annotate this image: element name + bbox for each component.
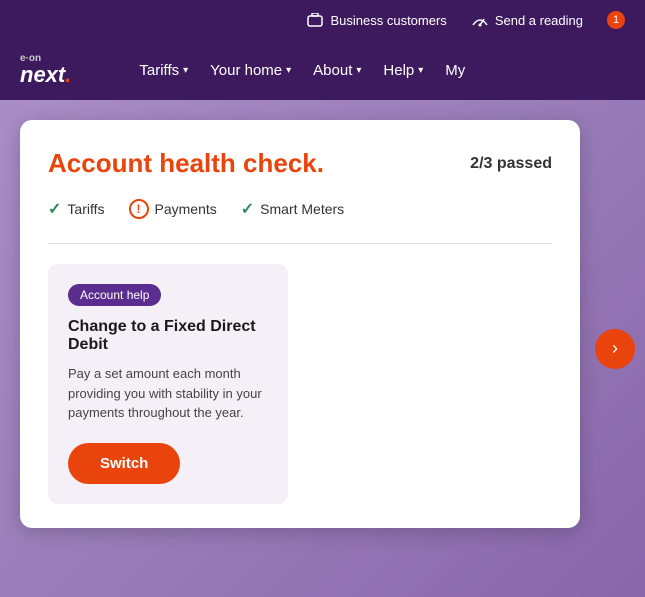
modal-header: Account health check. 2/3 passed (48, 148, 552, 179)
health-check-modal: Account health check. 2/3 passed ✓ Tarif… (20, 120, 580, 528)
tariffs-check-label: Tariffs (67, 201, 104, 217)
about-chevron-icon: ▾ (356, 65, 361, 76)
help-card-title: Change to a Fixed Direct Debit (68, 318, 268, 354)
overlay: Account health check. 2/3 passed ✓ Tarif… (0, 100, 645, 597)
help-chevron-icon: ▾ (418, 65, 423, 76)
send-reading-link[interactable]: Send a reading (471, 11, 583, 29)
briefcase-icon (306, 11, 324, 29)
check-tariffs: ✓ Tariffs (48, 199, 105, 219)
logo-dot: . (65, 62, 71, 87)
modal-next-arrow[interactable]: › (595, 329, 635, 369)
meter-icon (471, 11, 489, 29)
nav-bar: e·on next. Tariffs ▾ Your home ▾ About ▾… (0, 40, 645, 100)
modal-score: 2/3 passed (470, 155, 552, 173)
payments-warning-icon: ! (129, 199, 149, 219)
modal-title: Account health check. (48, 148, 324, 179)
send-reading-label: Send a reading (495, 13, 583, 28)
tariffs-chevron-icon: ▾ (183, 65, 188, 76)
nav-help[interactable]: Help ▾ (375, 58, 431, 83)
notification-button[interactable]: 1 (607, 11, 625, 29)
check-payments: ! Payments (129, 199, 217, 219)
switch-button[interactable]: Switch (68, 443, 180, 484)
smart-meters-check-icon: ✓ (241, 199, 254, 219)
check-items: ✓ Tariffs ! Payments ✓ Smart Meters (48, 199, 552, 219)
nav-my[interactable]: My (437, 58, 473, 83)
tariffs-check-icon: ✓ (48, 199, 61, 219)
help-card: Account help Change to a Fixed Direct De… (48, 264, 288, 504)
nav-tariffs[interactable]: Tariffs ▾ (131, 58, 196, 83)
your-home-chevron-icon: ▾ (286, 65, 291, 76)
nav-items: Tariffs ▾ Your home ▾ About ▾ Help ▾ My (131, 58, 473, 83)
top-bar: Business customers Send a reading 1 (0, 0, 645, 40)
divider (48, 243, 552, 244)
help-badge: Account help (68, 284, 161, 306)
help-card-description: Pay a set amount each month providing yo… (68, 364, 268, 423)
smart-meters-check-label: Smart Meters (260, 201, 344, 217)
logo[interactable]: e·on next. (20, 54, 71, 86)
check-smart-meters: ✓ Smart Meters (241, 199, 344, 219)
logo-next: next. (20, 64, 71, 86)
nav-your-home[interactable]: Your home ▾ (202, 58, 299, 83)
payments-check-label: Payments (155, 201, 217, 217)
notification-badge: 1 (607, 11, 625, 29)
business-customers-label: Business customers (330, 13, 446, 28)
business-customers-link[interactable]: Business customers (306, 11, 446, 29)
nav-about[interactable]: About ▾ (305, 58, 369, 83)
